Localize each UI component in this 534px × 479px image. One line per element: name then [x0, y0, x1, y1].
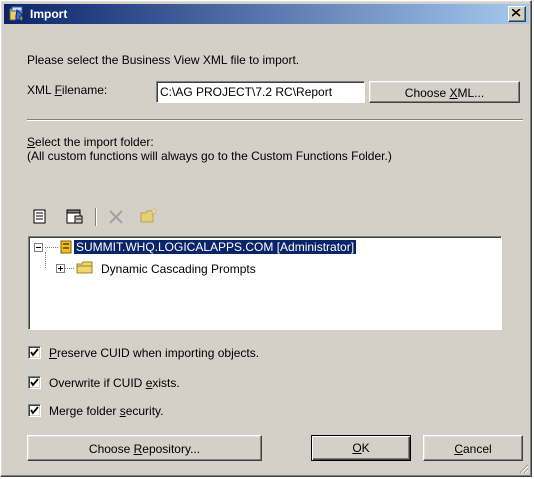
select-folder-label: Select the import folder: [27, 135, 154, 149]
cancel-button[interactable]: Cancel [423, 435, 523, 461]
choose-repo-prefix: Choose [88, 442, 134, 456]
toolbar-separator [95, 208, 97, 226]
tree-node-root-label: SUMMIT.WHQ.LOGICALAPPS.COM [Administrato… [72, 239, 358, 255]
server-icon [59, 239, 73, 258]
choose-repo-accel: R [133, 442, 143, 456]
tree-node-dynamic-cascading-prompts[interactable]: Dynamic Cascading Prompts [101, 262, 256, 276]
overwrite-cuid-label[interactable]: Overwrite if CUID exists. [49, 376, 180, 390]
title-bar[interactable]: Import [4, 4, 529, 24]
choose-repository-button[interactable]: Choose Repository... [27, 435, 262, 461]
delete-icon[interactable] [107, 208, 125, 226]
xml-filename-label-accel: F [54, 83, 62, 97]
tree-node-root[interactable]: SUMMIT.WHQ.LOGICALAPPS.COM [Administrato… [72, 239, 358, 255]
cancel-accel: C [454, 442, 463, 456]
properties-icon[interactable] [31, 208, 49, 226]
folder-tree[interactable]: SUMMIT.WHQ.LOGICALAPPS.COM [Administrato… [28, 236, 502, 330]
import-dialog: Import Please select the Business View X… [0, 0, 532, 477]
checkmark-icon [30, 406, 39, 415]
select-folder-rest: elect the import folder: [35, 135, 154, 149]
checkmark-icon [30, 378, 39, 387]
xml-filename-input[interactable]: C:\AG PROJECT\7.2 RC\Report [156, 81, 365, 103]
choose-xml-prefix: Choose [404, 86, 450, 100]
folder-properties-icon[interactable] [65, 207, 83, 225]
overwrite-rest: xists. [152, 376, 180, 390]
ok-accel: O [352, 441, 362, 455]
collapse-root-toggle[interactable] [34, 243, 43, 252]
intro-text: Please select the Business View XML file… [27, 53, 300, 67]
preserve-cuid-checkbox[interactable] [28, 346, 41, 359]
cancel-rest: ancel [462, 442, 492, 456]
expand-child-toggle[interactable] [56, 264, 65, 273]
merge-security-rest: ecurity. [125, 404, 164, 418]
tree-line [45, 252, 46, 268]
merge-security-label[interactable]: Merge folder security. [49, 404, 164, 418]
preserve-cuid-accel: P [49, 346, 58, 360]
close-button[interactable] [508, 6, 526, 22]
overwrite-prefix: Overwrite if CUID [49, 376, 146, 390]
checkmark-icon [30, 348, 39, 357]
new-folder-icon[interactable] [139, 207, 158, 225]
import-app-icon [8, 6, 26, 22]
resize-grip-icon[interactable] [517, 462, 529, 474]
merge-security-prefix: Merge folder [49, 404, 120, 418]
window-title: Import [30, 7, 68, 21]
custom-functions-note: (All custom functions will always go to … [27, 149, 392, 163]
close-icon [512, 9, 521, 17]
preserve-cuid-label[interactable]: Preserve CUID when importing objects. [49, 346, 259, 360]
preserve-cuid-rest: reserve CUID when importing objects. [57, 346, 260, 360]
xml-filename-label-suffix: ilename: [61, 83, 108, 97]
tree-line [45, 247, 58, 248]
xml-filename-label: XML Filename: [27, 83, 107, 97]
merge-security-checkbox[interactable] [28, 404, 41, 417]
choose-xml-accel: X [449, 86, 458, 100]
ok-button[interactable]: OK [311, 435, 411, 461]
choose-xml-suffix: ML... [457, 86, 485, 100]
overwrite-cuid-checkbox[interactable] [28, 376, 41, 389]
choose-repo-rest: epository... [142, 442, 201, 456]
section-separator [27, 119, 523, 121]
choose-xml-button[interactable]: Choose XML... [369, 81, 520, 103]
xml-filename-label-prefix: XML [27, 83, 55, 97]
select-folder-accel: S [27, 135, 36, 149]
folder-icon [76, 260, 94, 279]
ok-rest: K [361, 441, 370, 455]
